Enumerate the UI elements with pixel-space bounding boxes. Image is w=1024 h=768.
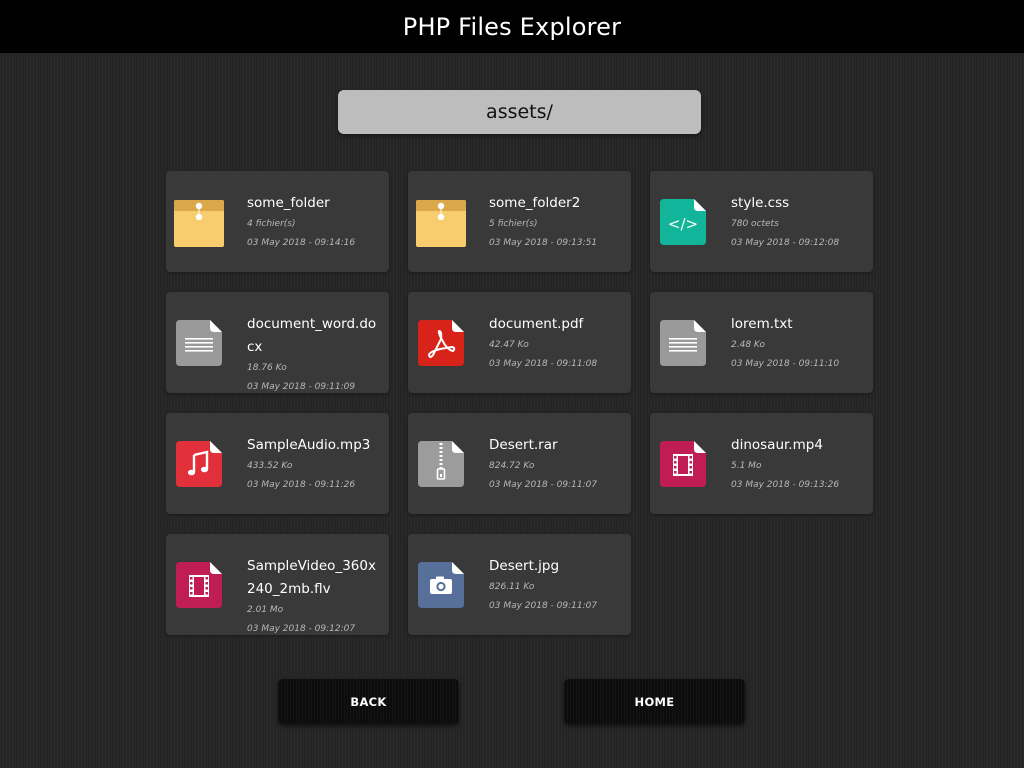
file-name: Desert.rar	[489, 437, 558, 453]
video-file-icon	[658, 439, 708, 489]
file-card-some-folder2[interactable]: some_folder2 5 fichier(s) 03 May 2018 - …	[408, 171, 631, 272]
file-detail: 2.01 Mo	[247, 605, 284, 615]
file-detail: 4 fichier(s)	[247, 219, 296, 229]
app-title: PHP Files Explorer	[402, 12, 622, 41]
file-card-desert-rar[interactable]: Desert.rar 824.72 Ko 03 May 2018 - 09:11…	[408, 413, 631, 514]
file-card-lorem-txt[interactable]: lorem.txt 2.48 Ko 03 May 2018 - 09:11:10	[650, 292, 873, 393]
file-date: 03 May 2018 - 09:11:08	[489, 359, 598, 369]
file-date: 03 May 2018 - 09:11:26	[247, 480, 356, 490]
file-detail: 780 octets	[731, 219, 779, 229]
home-button-label: HOME	[634, 694, 675, 709]
folder-icon	[416, 197, 466, 247]
file-detail: 2.48 Ko	[731, 340, 765, 350]
file-detail: 18.76 Ko	[247, 363, 287, 373]
file-info: document.pdf 42.47 Ko 03 May 2018 - 09:1…	[489, 313, 623, 374]
back-button[interactable]: BACK	[278, 679, 459, 724]
file-date: 03 May 2018 - 09:13:26	[731, 480, 840, 490]
file-date: 03 May 2018 - 09:11:10	[731, 359, 840, 369]
file-detail: 42.47 Ko	[489, 340, 529, 350]
file-name: SampleAudio.mp3	[247, 437, 371, 453]
file-detail: 5 fichier(s)	[489, 219, 538, 229]
file-name: dinosaur.mp4	[731, 437, 823, 453]
file-date: 03 May 2018 - 09:12:07	[247, 624, 356, 634]
folder-icon	[174, 197, 224, 247]
file-info: some_folder2 5 fichier(s) 03 May 2018 - …	[489, 192, 623, 253]
file-name: some_folder2	[489, 195, 581, 211]
file-card-desert-jpg[interactable]: Desert.jpg 826.11 Ko 03 May 2018 - 09:11…	[408, 534, 631, 635]
video-file-icon	[174, 560, 224, 610]
file-date: 03 May 2018 - 09:12:08	[731, 238, 840, 248]
pdf-file-icon	[416, 318, 466, 368]
file-info: some_folder 4 fichier(s) 03 May 2018 - 0…	[247, 192, 381, 253]
file-name: SampleVideo_360x240_2mb.flv	[247, 558, 376, 597]
file-detail: 826.11 Ko	[489, 582, 535, 592]
file-info: style.css 780 octets 03 May 2018 - 09:12…	[731, 192, 865, 253]
file-info: lorem.txt 2.48 Ko 03 May 2018 - 09:11:10	[731, 313, 865, 374]
file-detail: 433.52 Ko	[247, 461, 293, 471]
file-info: SampleVideo_360x240_2mb.flv 2.01 Mo 03 M…	[247, 555, 381, 635]
file-detail: 5.1 Mo	[731, 461, 762, 471]
app-header: PHP Files Explorer	[0, 0, 1024, 53]
file-card-sample-audio[interactable]: SampleAudio.mp3 433.52 Ko 03 May 2018 - …	[166, 413, 389, 514]
current-path: assets/	[486, 101, 553, 123]
archive-file-icon	[416, 439, 466, 489]
file-name: some_folder	[247, 195, 330, 211]
file-card-style-css[interactable]: </> style.css 780 octets 03 May 2018 - 0…	[650, 171, 873, 272]
file-card-document-word[interactable]: document_word.docx 18.76 Ko 03 May 2018 …	[166, 292, 389, 393]
file-info: document_word.docx 18.76 Ko 03 May 2018 …	[247, 313, 381, 393]
audio-file-icon	[174, 439, 224, 489]
file-date: 03 May 2018 - 09:13:51	[489, 238, 598, 248]
file-name: style.css	[731, 195, 790, 211]
file-date: 03 May 2018 - 09:14:16	[247, 238, 356, 248]
back-button-label: BACK	[350, 694, 387, 709]
file-name: document_word.docx	[247, 316, 377, 355]
file-card-sample-video-flv[interactable]: SampleVideo_360x240_2mb.flv 2.01 Mo 03 M…	[166, 534, 389, 635]
current-path-bar: assets/	[338, 90, 701, 134]
text-file-icon	[174, 318, 224, 368]
image-file-icon	[416, 560, 466, 610]
file-date: 03 May 2018 - 09:11:07	[489, 480, 598, 490]
file-info: dinosaur.mp4 5.1 Mo 03 May 2018 - 09:13:…	[731, 434, 865, 495]
home-button[interactable]: HOME	[564, 679, 745, 724]
file-detail: 824.72 Ko	[489, 461, 535, 471]
file-card-document-pdf[interactable]: document.pdf 42.47 Ko 03 May 2018 - 09:1…	[408, 292, 631, 393]
file-card-some-folder[interactable]: some_folder 4 fichier(s) 03 May 2018 - 0…	[166, 171, 389, 272]
file-date: 03 May 2018 - 09:11:09	[247, 382, 356, 392]
file-info: SampleAudio.mp3 433.52 Ko 03 May 2018 - …	[247, 434, 381, 495]
file-info: Desert.rar 824.72 Ko 03 May 2018 - 09:11…	[489, 434, 623, 495]
file-date: 03 May 2018 - 09:11:07	[489, 601, 598, 611]
svg-text:</>: </>	[668, 215, 698, 233]
text-file-icon	[658, 318, 708, 368]
file-name: Desert.jpg	[489, 558, 560, 574]
file-card-dinosaur-mp4[interactable]: dinosaur.mp4 5.1 Mo 03 May 2018 - 09:13:…	[650, 413, 873, 514]
file-name: lorem.txt	[731, 316, 793, 332]
file-name: document.pdf	[489, 316, 584, 332]
file-info: Desert.jpg 826.11 Ko 03 May 2018 - 09:11…	[489, 555, 623, 616]
code-file-icon: </>	[658, 197, 708, 247]
file-grid: some_folder 4 fichier(s) 03 May 2018 - 0…	[166, 171, 874, 635]
